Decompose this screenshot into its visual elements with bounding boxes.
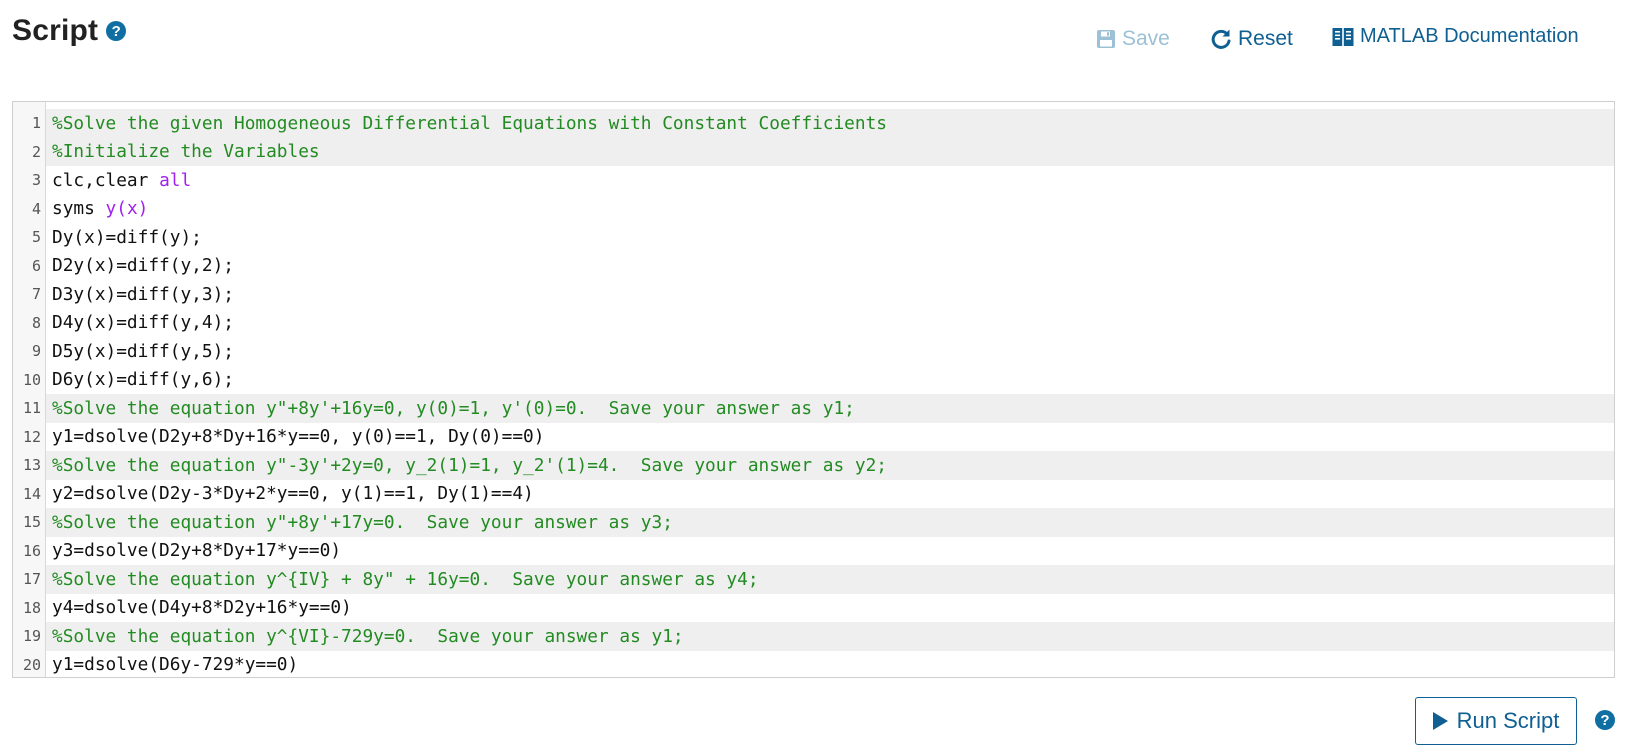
code-token: syms: [52, 198, 106, 220]
run-label: Run Script: [1456, 708, 1560, 733]
code-comment: %Solve the equation y^{VI}-729y=0. Save …: [52, 625, 684, 647]
line-number: 12: [22, 427, 41, 446]
code-line[interactable]: 5 Dy(x)=diff(y);: [13, 223, 1614, 252]
code-comment: %Initialize the Variables: [52, 141, 320, 163]
line-number: 6: [31, 256, 41, 275]
line-number: 4: [31, 199, 41, 218]
question-circle-icon[interactable]: ?: [1595, 710, 1615, 730]
line-number: 5: [31, 228, 41, 247]
line-number: 18: [22, 598, 41, 617]
book-icon: [1332, 27, 1354, 46]
code-line[interactable]: 15 %Solve the equation y"+8y'+17y=0. Save…: [13, 508, 1614, 537]
code-text[interactable]: y3=dsolve(D2y+8*Dy+17*y==0): [46, 537, 1614, 566]
code-text[interactable]: %Solve the equation y"-3y'+2y=0, y_2(1)=…: [46, 451, 1614, 480]
save-button[interactable]: Save: [1096, 27, 1170, 51]
line-number: 7: [31, 285, 41, 304]
code-line[interactable]: 11 %Solve the equation y"+8y'+16y=0, y(0)…: [13, 394, 1614, 423]
code-comment: %Solve the equation y"+8y'+16y=0, y(0)=1…: [52, 397, 855, 419]
line-number: 14: [22, 484, 41, 503]
line-number: 17: [22, 570, 41, 589]
refresh-icon: [1211, 29, 1231, 49]
code-text[interactable]: %Solve the given Homogeneous Differentia…: [46, 109, 1614, 138]
code-line[interactable]: 19 %Solve the equation y^{VI}-729y=0. Sav…: [13, 622, 1614, 651]
code-keyword: all: [159, 169, 192, 191]
code-text[interactable]: %Solve the equation y"+8y'+17y=0. Save y…: [46, 508, 1614, 537]
code-line[interactable]: 8 D4y(x)=diff(y,4);: [13, 309, 1614, 338]
code-text[interactable]: y1=dsolve(D2y+8*Dy+16*y==0, y(0)==1, Dy(…: [46, 423, 1614, 452]
code-text[interactable]: D4y(x)=diff(y,4);: [46, 309, 1614, 338]
line-number: 15: [22, 513, 41, 532]
code-token: Dy(x)=diff(y);: [52, 226, 202, 248]
code-comment: %Solve the equation y"-3y'+2y=0, y_2(1)=…: [52, 454, 888, 476]
code-token: clc,clear: [52, 169, 160, 191]
code-line[interactable]: 17 %Solve the equation y^{IV} + 8y" + 16y…: [13, 565, 1614, 594]
reset-label: Reset: [1238, 27, 1293, 50]
matlab-documentation-link[interactable]: MATLAB Documentation: [1332, 25, 1579, 48]
line-number: 1: [31, 114, 41, 133]
code-text[interactable]: y1=dsolve(D6y-729*y==0): [46, 651, 1614, 678]
code-comment: %Solve the equation y"+8y'+17y=0. Save y…: [52, 511, 673, 533]
run-script-button[interactable]: Run Script: [1415, 697, 1577, 745]
code-line[interactable]: 20 y1=dsolve(D6y-729*y==0): [13, 651, 1614, 678]
code-lines: 1 %Solve the given Homogeneous Differenti…: [13, 109, 1614, 678]
line-number: 16: [22, 541, 41, 560]
code-text[interactable]: %Initialize the Variables: [46, 137, 1614, 166]
code-text[interactable]: D5y(x)=diff(y,5);: [46, 337, 1614, 366]
code-text[interactable]: D3y(x)=diff(y,3);: [46, 280, 1614, 309]
code-line[interactable]: 6 D2y(x)=diff(y,2);: [13, 252, 1614, 281]
reset-button[interactable]: Reset: [1210, 27, 1293, 51]
code-text[interactable]: syms y(x): [46, 195, 1614, 224]
code-text[interactable]: y4=dsolve(D4y+8*D2y+16*y==0): [46, 594, 1614, 623]
save-label: Save: [1122, 27, 1170, 50]
code-line[interactable]: 18 y4=dsolve(D4y+8*D2y+16*y==0): [13, 594, 1614, 623]
line-number: 10: [22, 370, 41, 389]
line-number: 3: [31, 171, 41, 190]
code-text[interactable]: clc,clear all: [46, 166, 1614, 195]
code-text[interactable]: y2=dsolve(D2y-3*Dy+2*y==0, y(1)==1, Dy(1…: [46, 480, 1614, 509]
line-number: 11: [22, 399, 41, 418]
line-number: 8: [31, 313, 41, 332]
code-token: D4y(x)=diff(y,4);: [52, 312, 234, 334]
code-line[interactable]: 9 D5y(x)=diff(y,5);: [13, 337, 1614, 366]
code-text[interactable]: Dy(x)=diff(y);: [46, 223, 1614, 252]
code-line[interactable]: 14 y2=dsolve(D2y-3*Dy+2*y==0, y(1)==1, Dy…: [13, 480, 1614, 509]
code-text[interactable]: D2y(x)=diff(y,2);: [46, 252, 1614, 281]
code-token: y4=dsolve(D4y+8*D2y+16*y==0): [52, 597, 352, 619]
line-number: 20: [22, 655, 41, 674]
code-token: D2y(x)=diff(y,2);: [52, 255, 234, 277]
code-line[interactable]: 4 syms y(x): [13, 195, 1614, 224]
code-comment: %Solve the given Homogeneous Differentia…: [52, 112, 888, 134]
code-line[interactable]: 16 y3=dsolve(D2y+8*Dy+17*y==0): [13, 537, 1614, 566]
code-line[interactable]: 3 clc,clear all: [13, 166, 1614, 195]
code-line[interactable]: 7 D3y(x)=diff(y,3);: [13, 280, 1614, 309]
code-line[interactable]: 10 D6y(x)=diff(y,6);: [13, 366, 1614, 395]
code-token: y1=dsolve(D6y-729*y==0): [52, 654, 299, 676]
code-keyword: y(x): [105, 198, 149, 220]
code-text[interactable]: %Solve the equation y"+8y'+16y=0, y(0)=1…: [46, 394, 1614, 423]
play-icon: [1432, 712, 1448, 730]
code-token: y1=dsolve(D2y+8*Dy+16*y==0, y(0)==1, Dy(…: [52, 426, 545, 448]
line-number: 13: [22, 456, 41, 475]
code-text[interactable]: %Solve the equation y^{IV} + 8y" + 16y=0…: [46, 565, 1614, 594]
code-line[interactable]: 2 %Initialize the Variables: [13, 137, 1614, 166]
line-number: 19: [22, 627, 41, 646]
code-line[interactable]: 1 %Solve the given Homogeneous Differenti…: [13, 109, 1614, 138]
docs-label: MATLAB Documentation: [1360, 25, 1579, 47]
toolbar: Save Reset MATLAB Documentation: [0, 22, 1642, 54]
script-panel: Script ? Save Reset MATLAB Documentation…: [0, 0, 1642, 753]
code-token: D6y(x)=diff(y,6);: [52, 369, 234, 391]
code-text[interactable]: D6y(x)=diff(y,6);: [46, 366, 1614, 395]
code-line[interactable]: 12 y1=dsolve(D2y+8*Dy+16*y==0, y(0)==1, D…: [13, 423, 1614, 452]
code-editor[interactable]: 1 %Solve the given Homogeneous Differenti…: [12, 101, 1615, 678]
code-token: D5y(x)=diff(y,5);: [52, 340, 234, 362]
line-number: 9: [31, 342, 41, 361]
code-token: D3y(x)=diff(y,3);: [52, 283, 234, 305]
code-text[interactable]: %Solve the equation y^{VI}-729y=0. Save …: [46, 622, 1614, 651]
line-number: 2: [31, 142, 41, 161]
code-comment: %Solve the equation y^{IV} + 8y" + 16y=0…: [52, 568, 759, 590]
code-line[interactable]: 13 %Solve the equation y"-3y'+2y=0, y_2(1…: [13, 451, 1614, 480]
floppy-disk-icon: [1097, 30, 1115, 48]
code-token: y2=dsolve(D2y-3*Dy+2*y==0, y(1)==1, Dy(1…: [52, 483, 534, 505]
code-token: y3=dsolve(D2y+8*Dy+17*y==0): [52, 540, 342, 562]
